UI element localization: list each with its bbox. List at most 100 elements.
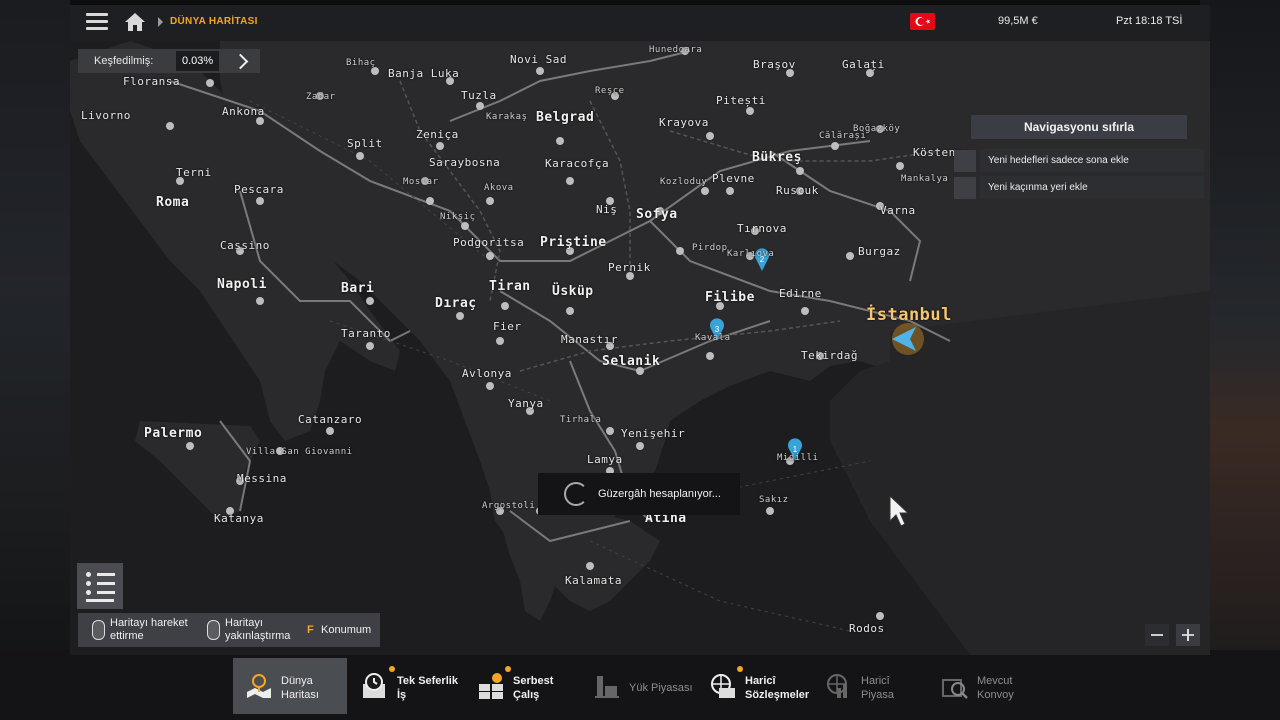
tab-label: Yük Piyasası	[629, 682, 693, 694]
city-label[interactable]: Pitești	[716, 94, 766, 107]
city-label[interactable]: Dıraç	[435, 296, 477, 311]
city-label[interactable]: Fier	[493, 320, 522, 333]
tab-cargo-market[interactable]: Yük Piyasası	[581, 658, 695, 714]
city-label[interactable]: Plevne	[712, 172, 755, 185]
city-label[interactable]: Ankona	[222, 105, 265, 118]
world-map[interactable]: 2 3 1 Floransa Livorno Bihaç Banja Luka Novi…	[70, 41, 1210, 655]
checkbox[interactable]	[954, 176, 976, 199]
city-label[interactable]: Tiran	[489, 279, 531, 294]
money-display: 99,5M €	[998, 15, 1038, 27]
city-label[interactable]: Banja Luka	[388, 67, 459, 80]
city-label[interactable]: Mankalya	[901, 174, 948, 184]
breadcrumb[interactable]: DÜNYA HARİTASI	[170, 16, 258, 27]
explored-indicator[interactable]: Keşfedilmiş: 0.03%	[78, 49, 260, 73]
city-label[interactable]: Catanzaro	[298, 413, 362, 426]
chevron-right-icon[interactable]	[232, 53, 249, 69]
city-label[interactable]: Tekirdağ	[801, 349, 858, 362]
hint-zoom-map: Haritayı yakınlaştırma	[225, 617, 291, 642]
city-label[interactable]: Mostar	[403, 177, 439, 187]
city-label[interactable]: Saraybosna	[429, 156, 500, 169]
tab-external-contracts[interactable]: Haricî Sözleşmeler	[697, 658, 811, 714]
city-label[interactable]: Messina	[237, 472, 287, 485]
city-label[interactable]: Tuzla	[461, 89, 497, 102]
city-label[interactable]: Kozloduy	[660, 177, 707, 187]
city-label[interactable]: Priştine	[540, 235, 607, 250]
city-label[interactable]: Rodos	[849, 622, 885, 635]
city-label[interactable]: Floransa	[123, 75, 180, 88]
city-label[interactable]: Terni	[176, 166, 212, 179]
city-label[interactable]: Podgoritsa	[453, 236, 524, 249]
tab-world-map[interactable]: Dünya Haritası	[233, 658, 347, 714]
city-label[interactable]: Yanya	[508, 397, 544, 410]
city-label[interactable]: Kalamata	[565, 574, 622, 587]
city-label[interactable]: Zeniça	[416, 128, 459, 141]
city-label[interactable]: Pirdop	[692, 243, 728, 253]
city-label[interactable]: Yenişehir	[621, 427, 685, 440]
reset-navigation-button[interactable]: Navigasyonu sıfırla	[971, 115, 1187, 139]
city-label[interactable]: Burgaz	[858, 245, 901, 258]
map-legend-button[interactable]	[77, 563, 123, 609]
city-label[interactable]: Karlıova	[727, 249, 774, 259]
city-label[interactable]: Hunedoara	[649, 45, 702, 55]
city-label[interactable]: Galați	[842, 58, 885, 71]
city-label[interactable]: Krayova	[659, 116, 709, 129]
tab-quick-job[interactable]: Tek Seferlik İş	[349, 658, 463, 714]
city-label[interactable]: Pescara	[234, 183, 284, 196]
option-add-destinations-end[interactable]: Yeni hedefleri sadece sona ekle	[954, 149, 1204, 172]
hamburger-menu-icon[interactable]	[86, 13, 108, 31]
city-label[interactable]: Cassino	[220, 239, 270, 252]
city-label[interactable]: Novi Sad	[510, 53, 567, 66]
city-label[interactable]: Katanya	[214, 512, 264, 525]
city-label[interactable]: Zadar	[306, 92, 336, 102]
city-label[interactable]: Palermo	[144, 426, 202, 441]
city-label[interactable]: Roma	[156, 195, 189, 210]
city-label[interactable]: Tirhala	[560, 415, 601, 425]
tab-label: Haricî Sözleşmeler	[745, 675, 810, 701]
city-label[interactable]: Edirne	[779, 287, 822, 300]
city-label[interactable]: Kavala	[695, 333, 731, 343]
zoom-in-button[interactable]	[1176, 624, 1200, 646]
city-label[interactable]: Avlonya	[462, 367, 512, 380]
city-label[interactable]: Filibe	[705, 290, 755, 305]
city-label[interactable]: Lamya	[587, 453, 623, 466]
city-label[interactable]: Sofya	[636, 207, 678, 222]
city-label[interactable]: Manastır	[561, 333, 618, 346]
home-icon[interactable]	[124, 12, 146, 32]
checkbox[interactable]	[954, 149, 976, 172]
city-label[interactable]: Karacofça	[545, 157, 609, 170]
city-label[interactable]: Akova	[484, 183, 514, 193]
city-label[interactable]: Napoli	[217, 277, 267, 292]
city-label[interactable]: Split	[347, 137, 383, 150]
city-label[interactable]: Reşçe	[595, 86, 625, 96]
city-label[interactable]: İstanbul	[866, 305, 952, 325]
city-label[interactable]: Argostoli	[482, 501, 535, 511]
city-label[interactable]: Boğazköy	[853, 124, 900, 134]
city-label[interactable]: Selanik	[602, 354, 660, 369]
city-label[interactable]: Pernik	[608, 261, 651, 274]
city-label[interactable]: Tırnova	[737, 222, 787, 235]
city-label[interactable]: Livorno	[81, 109, 131, 122]
city-label[interactable]: Braşov	[753, 58, 796, 71]
option-add-avoid-point[interactable]: Yeni kaçınma yeri ekle	[954, 176, 1204, 199]
city-label[interactable]: Varna	[880, 204, 916, 217]
cargo-market-icon	[595, 676, 619, 698]
city-label[interactable]: Sakız	[759, 495, 789, 505]
zoom-out-button[interactable]	[1145, 624, 1169, 646]
city-label[interactable]: Nikşiç	[440, 212, 476, 222]
city-label[interactable]: Midilli	[777, 453, 818, 463]
city-label[interactable]: Taranto	[341, 327, 391, 340]
tab-external-market[interactable]: Haricî Piyasa	[813, 658, 927, 714]
city-label[interactable]: Üsküp	[552, 284, 594, 299]
city-label[interactable]: Bihaç	[346, 58, 376, 68]
city-label[interactable]: Villa San Giovanni	[246, 447, 353, 457]
tab-freight-market[interactable]: Serbest Çalış	[465, 658, 579, 714]
tab-current-convoy[interactable]: Mevcut Konvoy	[929, 658, 1043, 714]
city-label[interactable]: Bükreş	[752, 150, 802, 165]
city-label[interactable]: Niş	[596, 203, 617, 216]
city-label[interactable]: Bari	[341, 281, 374, 296]
tab-label: Dünya Haritası	[281, 675, 319, 701]
city-label[interactable]: Ruscuk	[776, 184, 819, 197]
city-label[interactable]: Belgrad	[536, 110, 594, 125]
city-label[interactable]: Karakaş	[486, 112, 527, 122]
clock-display: Pzt 18:18 TSİ	[1116, 15, 1183, 27]
